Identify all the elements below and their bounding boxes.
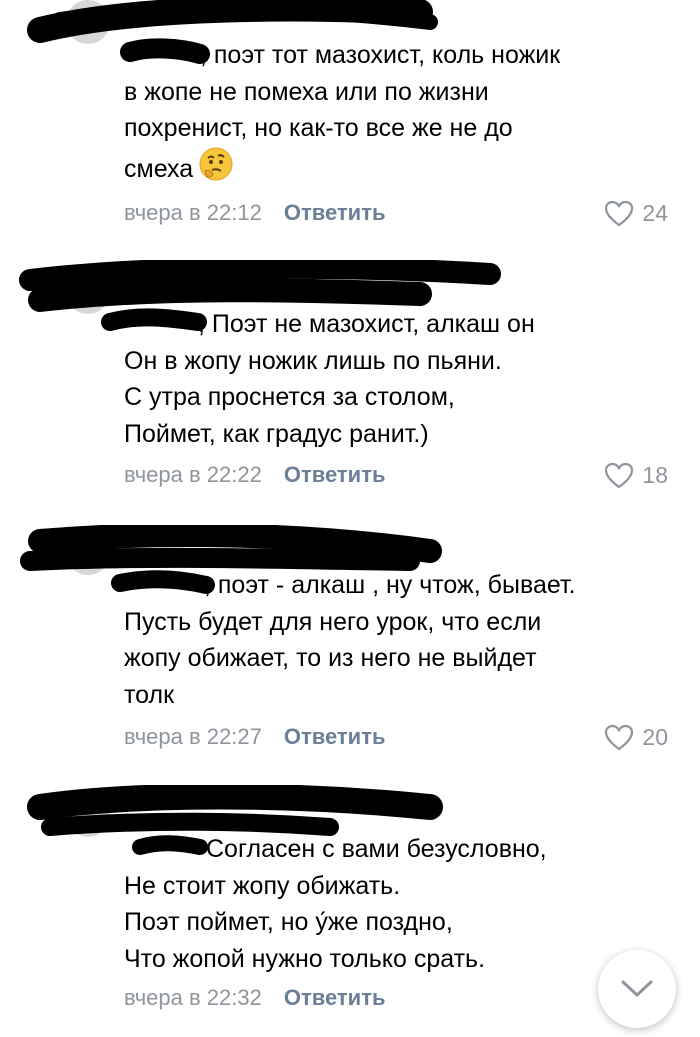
chevron-down-icon bbox=[621, 980, 653, 997]
heart-outline-icon bbox=[605, 200, 634, 226]
comment-text: , Поэт не мазохист, алкаш он Он в жопу н… bbox=[124, 306, 664, 452]
comment-line: толк bbox=[124, 680, 175, 709]
comment-line: в жопе не помеха или по жизни bbox=[124, 77, 489, 106]
comment-meta: вчера в 22:32 Ответить bbox=[124, 983, 386, 1013]
comment-line: жопу обижает, то из него не выйдет bbox=[124, 644, 537, 672]
comment-time: вчера в 22:12 bbox=[124, 200, 262, 225]
reply-button[interactable]: Ответить bbox=[284, 200, 386, 225]
comment-line: Поймет, как градус ранит.) bbox=[124, 419, 429, 448]
reply-button[interactable]: Ответить bbox=[284, 724, 386, 749]
comment-line: , поэт - алкаш , ну чтож, бывает. bbox=[204, 571, 576, 599]
comment-line: С утра проснется за столом, bbox=[124, 383, 455, 411]
comment-time: вчера в 22:32 bbox=[124, 985, 262, 1010]
comment-line: Что жопой нужно только срать. bbox=[124, 944, 486, 973]
comment-time: вчера в 22:22 bbox=[124, 462, 262, 487]
comment-meta: вчера в 22:12 Ответить bbox=[124, 198, 386, 228]
thinking-face-emoji-icon bbox=[199, 147, 233, 192]
comment-line: Поэт поймет, но у́же поздно, bbox=[124, 908, 453, 936]
comment-line: Согласен с вами безусловно, bbox=[206, 835, 547, 863]
comment-time: вчера в 22:27 bbox=[124, 724, 262, 749]
comment-line: похренист, но как-то все же не до bbox=[124, 114, 513, 142]
like-button[interactable]: 24 bbox=[604, 198, 668, 228]
like-count: 24 bbox=[642, 200, 668, 226]
like-count: 18 bbox=[642, 462, 668, 488]
like-count: 20 bbox=[642, 724, 668, 750]
comment-line: Пусть будет для него урок, что если bbox=[124, 607, 542, 636]
heart-outline-icon bbox=[605, 724, 634, 750]
like-button[interactable]: 20 bbox=[604, 722, 668, 752]
comment-text: Согласен с вами безусловно, Не стоит жоп… bbox=[124, 831, 664, 977]
comment-text: , поэт тот мазохист, коль ножик в жопе н… bbox=[124, 37, 664, 191]
comment-line: , Поэт не мазохист, алкаш он bbox=[198, 310, 535, 338]
reply-button[interactable]: Ответить bbox=[284, 462, 386, 487]
scroll-down-button[interactable] bbox=[598, 950, 676, 1028]
comment-text: , поэт - алкаш , ну чтож, бывает. Пусть … bbox=[124, 567, 664, 713]
comment-line: Он в жопу ножик лишь по пьяни. bbox=[124, 346, 502, 375]
comment-meta: вчера в 22:22 Ответить bbox=[124, 460, 386, 490]
comment-line: Не стоит жопу обижать. bbox=[124, 871, 401, 900]
reply-button[interactable]: Ответить bbox=[284, 985, 386, 1010]
comment-meta: вчера в 22:27 Ответить bbox=[124, 722, 386, 752]
heart-outline-icon bbox=[605, 462, 634, 488]
comment-line: смеха bbox=[124, 147, 664, 192]
like-button[interactable]: 18 bbox=[604, 460, 668, 490]
comment-line: , поэт тот мазохист, коль ножик bbox=[200, 41, 561, 69]
